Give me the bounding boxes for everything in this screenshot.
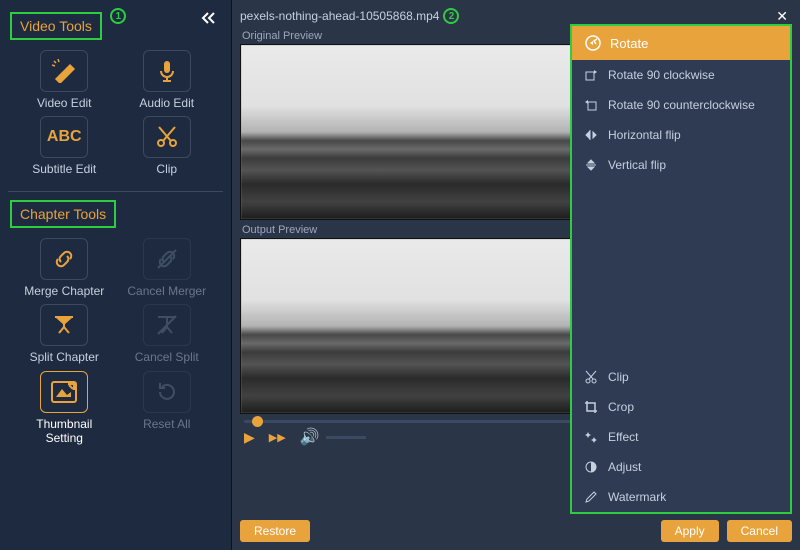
rotate-90-ccw[interactable]: Rotate 90 counterclockwise xyxy=(572,90,790,120)
adjust-tab[interactable]: Adjust xyxy=(572,452,790,482)
chapter-tools-title: Chapter Tools xyxy=(10,200,116,228)
crop-icon xyxy=(584,400,598,414)
fast-forward-button[interactable]: ▶▶ xyxy=(269,431,286,444)
video-tools-title: Video Tools xyxy=(10,12,102,40)
cancel-merger-tool[interactable]: Cancel Merger xyxy=(119,238,216,298)
rotate-90-cw[interactable]: Rotate 90 clockwise xyxy=(572,60,790,90)
rotate-icon xyxy=(584,34,602,52)
thumbnail-setting-tool[interactable]: Thumbnail Setting xyxy=(16,371,113,446)
audio-edit-tool[interactable]: Audio Edit xyxy=(119,50,216,110)
play-button[interactable]: ▶ xyxy=(244,429,255,446)
restore-button[interactable]: Restore xyxy=(240,520,310,542)
rotate-ccw-icon xyxy=(584,98,598,112)
effect-tab[interactable]: Effect xyxy=(572,422,790,452)
clip-tab[interactable]: Clip xyxy=(572,362,790,392)
video-edit-tool[interactable]: Video Edit xyxy=(16,50,113,110)
clip-tool[interactable]: Clip xyxy=(119,116,216,176)
reset-all-tool[interactable]: Reset All xyxy=(119,371,216,446)
scissors-icon xyxy=(584,370,598,384)
collapse-sidebar-button[interactable] xyxy=(195,8,223,28)
horizontal-flip[interactable]: Horizontal flip xyxy=(572,120,790,150)
volume-control[interactable]: 🔊 xyxy=(300,427,366,447)
vertical-flip[interactable]: Vertical flip xyxy=(572,150,790,180)
apply-button[interactable]: Apply xyxy=(661,520,719,542)
annotation-badge-2: 2 xyxy=(443,8,459,24)
merge-chapter-tool[interactable]: Merge Chapter xyxy=(16,238,113,298)
close-button[interactable]: ✕ xyxy=(772,8,792,25)
split-chapter-tool[interactable]: Split Chapter xyxy=(16,304,113,364)
vflip-icon xyxy=(584,158,598,172)
filename-label: pexels-nothing-ahead-10505868.mp4 xyxy=(240,9,439,23)
main-panel: pexels-nothing-ahead-10505868.mp4 2 ✕ Or… xyxy=(232,0,800,550)
rotate-tab-header[interactable]: Rotate xyxy=(572,26,790,60)
progress-handle[interactable] xyxy=(252,416,263,427)
sparkle-icon xyxy=(584,430,598,444)
adjust-icon xyxy=(584,460,598,474)
volume-icon: 🔊 xyxy=(300,427,320,447)
crop-tab[interactable]: Crop xyxy=(572,392,790,422)
hflip-icon xyxy=(584,128,598,142)
sidebar: Video Tools 1 Video Edit Audio Edit ABC … xyxy=(0,0,232,550)
cancel-button[interactable]: Cancel xyxy=(727,520,792,542)
annotation-badge-1: 1 xyxy=(110,8,126,24)
cancel-split-tool[interactable]: Cancel Split xyxy=(119,304,216,364)
edit-options-panel: Rotate Rotate 90 clockwise Rotate 90 cou… xyxy=(570,24,792,514)
rotate-cw-icon xyxy=(584,68,598,82)
watermark-tab[interactable]: Watermark xyxy=(572,482,790,512)
subtitle-edit-tool[interactable]: ABC Subtitle Edit xyxy=(16,116,113,176)
brush-icon xyxy=(584,490,598,504)
